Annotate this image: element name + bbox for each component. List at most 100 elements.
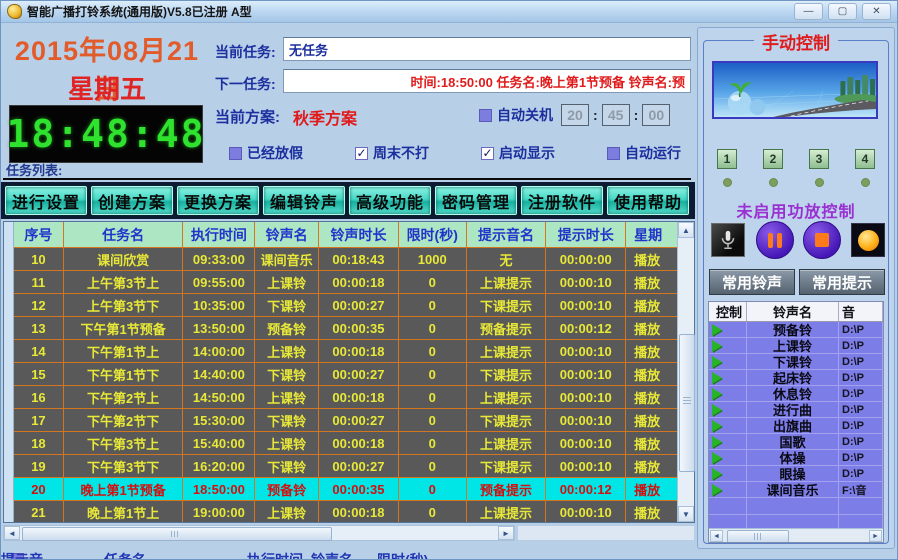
- channel-button[interactable]: 4: [855, 149, 875, 169]
- next-task-field[interactable]: 时间:18:50:00 任务名:晚上第1节预备 铃声名:预: [283, 69, 691, 93]
- scroll-down-icon[interactable]: ▼: [678, 506, 694, 522]
- bell-control-cell[interactable]: [709, 450, 747, 465]
- play-icon[interactable]: [712, 324, 722, 336]
- maximize-button[interactable]: ▢: [828, 3, 857, 20]
- bell-row[interactable]: 体操 D:\P: [709, 450, 883, 466]
- toolbar-button[interactable]: 注册软件: [521, 186, 603, 215]
- bell-control-cell[interactable]: [709, 402, 747, 417]
- schedule-option-checkbox[interactable]: ✓ 启动显示: [481, 143, 555, 163]
- auto-shutdown-checkbox[interactable]: ✓ 自动关机: [479, 105, 553, 125]
- column-header[interactable]: 铃声时长: [319, 222, 399, 247]
- bell-row[interactable]: 国歌 D:\P: [709, 434, 883, 450]
- task-row[interactable]: 20 晚上第1节预备 18:50:00 预备铃 00:00:35 0 预备提示 …: [14, 478, 677, 501]
- bell-control-cell[interactable]: [709, 434, 747, 449]
- column-header[interactable]: 执行时间: [183, 222, 255, 247]
- play-icon[interactable]: [712, 468, 722, 480]
- vertical-scrollbar[interactable]: ▲ ▼: [677, 222, 694, 522]
- task-row[interactable]: 15 下午第1节下 14:40:00 下课铃 00:00:27 0 下课提示 0…: [14, 363, 677, 386]
- scroll-left-icon[interactable]: ◄: [710, 530, 723, 542]
- shutdown-second-field[interactable]: 00: [642, 104, 670, 126]
- scroll-up-icon[interactable]: ▲: [678, 222, 694, 238]
- task-row[interactable]: 13 下午第1节预备 13:50:00 预备铃 00:00:35 0 预备提示 …: [14, 317, 677, 340]
- microphone-button[interactable]: [711, 223, 745, 257]
- column-header[interactable]: 序号: [14, 222, 64, 247]
- minimize-button[interactable]: —: [794, 3, 823, 20]
- stop-button[interactable]: [803, 221, 841, 259]
- toolbar-button[interactable]: 编辑铃声: [263, 186, 345, 215]
- bell-row[interactable]: 下课铃 D:\P: [709, 354, 883, 370]
- toolbar-button[interactable]: 高级功能: [349, 186, 431, 215]
- bell-control-cell[interactable]: [709, 466, 747, 481]
- toolbar-button[interactable]: 创建方案: [91, 186, 173, 215]
- task-row[interactable]: 12 上午第3节下 10:35:00 下课铃 00:00:27 0 下课提示 0…: [14, 294, 677, 317]
- play-icon[interactable]: [712, 484, 722, 496]
- horizontal-scroll-thumb[interactable]: [22, 527, 332, 541]
- scroll-left-icon[interactable]: ◄: [4, 526, 20, 540]
- close-button[interactable]: ✕: [862, 3, 891, 20]
- play-icon[interactable]: [712, 436, 722, 448]
- bell-row[interactable]: 休息铃 D:\P: [709, 386, 883, 402]
- bell-control-cell[interactable]: [709, 354, 747, 369]
- bell-control-cell[interactable]: [709, 482, 747, 497]
- channel-button[interactable]: 2: [763, 149, 783, 169]
- scroll-right-icon[interactable]: ►: [498, 526, 514, 540]
- schedule-option-checkbox[interactable]: ✓ 已经放假: [229, 143, 303, 163]
- task-row[interactable]: 14 下午第1节上 14:00:00 上课铃 00:00:18 0 上课提示 0…: [14, 340, 677, 363]
- task-row[interactable]: 10 课间欣赏 09:33:00 课间音乐 00:18:43 1000 无 00…: [14, 248, 677, 271]
- task-row[interactable]: 17 下午第2节下 15:30:00 下课铃 00:00:27 0 下课提示 0…: [14, 409, 677, 432]
- task-row[interactable]: 16 下午第2节上 14:50:00 上课铃 00:00:18 0 上课提示 0…: [14, 386, 677, 409]
- bell-control-cell[interactable]: [709, 386, 747, 401]
- channel-button[interactable]: 3: [809, 149, 829, 169]
- vertical-scroll-thumb[interactable]: [679, 334, 695, 472]
- column-header[interactable]: 铃声名: [255, 222, 319, 247]
- play-icon[interactable]: [712, 356, 722, 368]
- play-icon[interactable]: [712, 404, 722, 416]
- schedule-option-checkbox[interactable]: ✓ 自动运行: [607, 143, 681, 163]
- bell-row[interactable]: 眼操 D:\P: [709, 466, 883, 482]
- pause-button[interactable]: [756, 221, 794, 259]
- bell-control-cell[interactable]: [709, 322, 747, 337]
- shutdown-minute-field[interactable]: 45: [602, 104, 630, 126]
- scroll-right-icon[interactable]: ►: [869, 530, 882, 542]
- common-prompts-button[interactable]: 常用提示: [799, 269, 885, 295]
- bell-row[interactable]: 上课铃 D:\P: [709, 338, 883, 354]
- column-header[interactable]: 限时(秒): [399, 222, 467, 247]
- bell-scroll-thumb[interactable]: [727, 530, 789, 543]
- bell-control-cell[interactable]: [709, 418, 747, 433]
- column-header[interactable]: 任务名: [64, 222, 184, 247]
- task-row[interactable]: 19 下午第3节下 16:20:00 下课铃 00:00:27 0 下课提示 0…: [14, 455, 677, 478]
- play-icon[interactable]: [712, 340, 722, 352]
- toolbar-button[interactable]: 使用帮助: [607, 186, 689, 215]
- column-header[interactable]: 提示音名: [467, 222, 547, 247]
- current-task-field[interactable]: 无任务: [283, 37, 691, 61]
- column-header[interactable]: 铃声名: [747, 302, 839, 321]
- toolbar-button[interactable]: 密码管理: [435, 186, 517, 215]
- play-icon[interactable]: [712, 420, 722, 432]
- common-bells-button[interactable]: 常用铃声: [709, 269, 795, 295]
- column-header[interactable]: 控制: [709, 302, 747, 321]
- bell-horizontal-scrollbar[interactable]: ◄ ►: [709, 528, 883, 542]
- task-row[interactable]: 21 晚上第1节上 19:00:00 上课铃 00:00:18 0 上课提示 0…: [14, 501, 677, 522]
- play-icon[interactable]: [712, 452, 722, 464]
- task-row[interactable]: 11 上午第3节上 09:55:00 上课铃 00:00:18 0 上课提示 0…: [14, 271, 677, 294]
- schedule-option-checkbox[interactable]: ✓ 周末不打: [355, 143, 429, 163]
- channel-button[interactable]: 1: [717, 149, 737, 169]
- play-icon[interactable]: [712, 388, 722, 400]
- column-header[interactable]: 星期: [626, 222, 677, 247]
- bell-control-cell[interactable]: [709, 338, 747, 353]
- bell-row[interactable]: 进行曲 D:\P: [709, 402, 883, 418]
- column-header[interactable]: 提示时长: [546, 222, 626, 247]
- bell-row[interactable]: 起床铃 D:\P: [709, 370, 883, 386]
- play-icon[interactable]: [712, 372, 722, 384]
- column-header[interactable]: 音: [839, 302, 883, 321]
- power-button[interactable]: [851, 223, 885, 257]
- toolbar-button[interactable]: 更换方案: [177, 186, 259, 215]
- bell-row[interactable]: 预备铃 D:\P: [709, 322, 883, 338]
- task-row[interactable]: 18 下午第3节上 15:40:00 上课铃 00:00:18 0 上课提示 0…: [14, 432, 677, 455]
- bell-row[interactable]: 出旗曲 D:\P: [709, 418, 883, 434]
- bell-row[interactable]: 课间音乐 F:\音: [709, 482, 883, 498]
- horizontal-scrollbar[interactable]: ◄ ►: [3, 525, 515, 541]
- toolbar-button[interactable]: 进行设置: [5, 186, 87, 215]
- shutdown-hour-field[interactable]: 20: [561, 104, 589, 126]
- bell-control-cell[interactable]: [709, 370, 747, 385]
